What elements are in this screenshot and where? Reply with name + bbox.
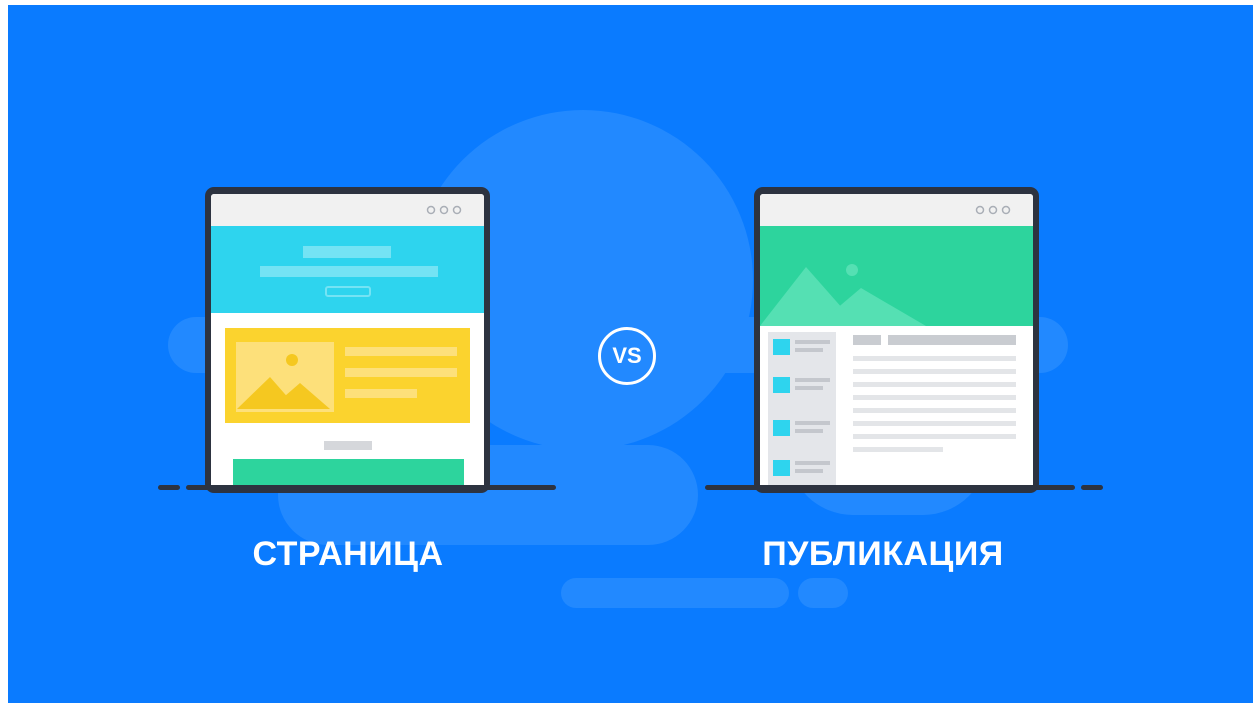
base-line-short	[158, 485, 180, 490]
text-line	[345, 347, 457, 356]
hero-text-placeholder	[260, 266, 438, 277]
post-device	[705, 187, 1103, 493]
page-device	[158, 187, 556, 493]
browser-bar	[211, 194, 484, 226]
post-label: ПУБЛИКАЦИЯ	[762, 535, 1004, 573]
section-title-placeholder	[324, 441, 372, 450]
base-line-short	[1081, 485, 1103, 490]
image-placeholder-icon	[236, 342, 334, 412]
hero-title-placeholder	[303, 246, 391, 258]
browser-bar	[760, 194, 1033, 226]
vs-label: VS	[612, 343, 642, 368]
base-line	[186, 485, 556, 490]
base-line	[705, 485, 1075, 490]
vs-badge: VS	[598, 327, 656, 385]
illustration-canvas: VS СТРАНИЦА ПУБЛИКАЦИЯ	[8, 5, 1253, 703]
text-line	[345, 389, 417, 398]
page-label: СТРАНИЦА	[252, 535, 444, 573]
text-line	[345, 368, 457, 377]
